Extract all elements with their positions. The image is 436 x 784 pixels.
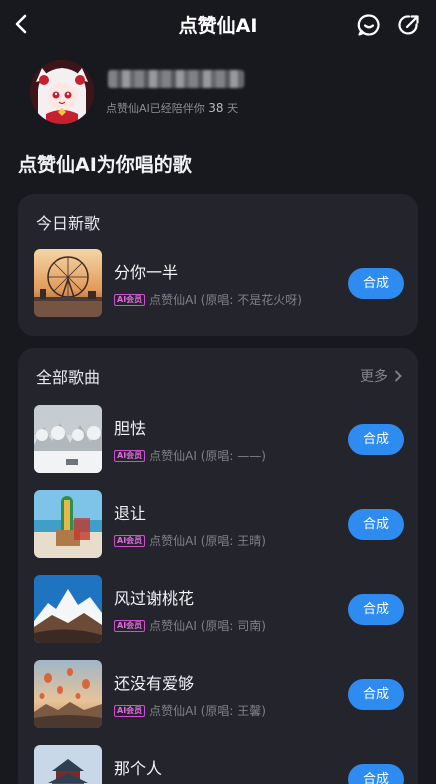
chat-button[interactable]	[356, 12, 382, 38]
song-title: 那个人	[114, 759, 163, 778]
song-meta: AI会员 点赞仙AI (原唱: ——)	[114, 447, 266, 464]
song-cover	[34, 490, 102, 558]
song-title: 退让	[114, 504, 147, 523]
song-meta: AI会员 点赞仙AI (原唱: 不是花火呀)	[114, 291, 302, 308]
song-title: 分你一半	[114, 263, 179, 282]
chevron-left-icon	[15, 14, 27, 34]
synthesize-button[interactable]: 合成	[348, 679, 404, 710]
synthesize-button[interactable]: 合成	[348, 268, 404, 299]
top-bar: 点赞仙AI	[0, 0, 436, 50]
song-cover	[34, 575, 102, 643]
ai-vip-badge: AI会员	[114, 619, 146, 632]
more-label: 更多	[360, 369, 388, 385]
username-blurred	[108, 70, 244, 88]
song-cover	[34, 660, 102, 728]
all-songs-card: 全部歌曲 更多 胆怯 AI会员 点赞仙AI (原唱: ——) 合成 退让 AI会…	[18, 348, 418, 784]
song-meta: AI会员 点赞仙AI (原唱: 司南)	[114, 617, 266, 634]
share-button[interactable]	[396, 12, 422, 38]
today-new-song-card: 今日新歌 分你一半 AI会员 点赞仙AI (原唱: 不是花火呀) 合成	[18, 194, 418, 336]
companion-days-text: 点赞仙AI已经陪伴你 38 天	[106, 100, 238, 116]
more-link[interactable]: 更多	[360, 366, 402, 386]
ai-vip-badge: AI会员	[114, 293, 146, 306]
song-artist: 点赞仙AI (原唱: ——)	[149, 449, 266, 463]
all-songs-label: 全部歌曲	[36, 368, 101, 387]
song-title: 胆怯	[114, 419, 147, 438]
song-row[interactable]: 胆怯 AI会员 点赞仙AI (原唱: ——) 合成	[34, 405, 404, 473]
song-row[interactable]: 分你一半 AI会员 点赞仙AI (原唱: 不是花火呀) 合成	[34, 249, 404, 317]
synthesize-button[interactable]: 合成	[348, 509, 404, 540]
song-artist: 点赞仙AI (原唱: 司南)	[149, 619, 266, 633]
companion-days-count: 38	[208, 101, 224, 115]
synthesize-button[interactable]: 合成	[348, 424, 404, 455]
song-title: 还没有爱够	[114, 674, 195, 693]
chevron-right-icon	[395, 370, 402, 382]
ai-vip-badge: AI会员	[114, 534, 146, 547]
today-label: 今日新歌	[36, 214, 101, 233]
avatar-image	[30, 60, 94, 124]
song-cover	[34, 249, 102, 317]
song-meta: AI会员 点赞仙AI (原唱: 王晴)	[114, 532, 266, 549]
chat-bubble-icon	[357, 14, 380, 36]
song-row[interactable]: 风过谢桃花 AI会员 点赞仙AI (原唱: 司南) 合成	[34, 575, 404, 643]
song-artist: 点赞仙AI (原唱: 王晴)	[149, 534, 266, 548]
synthesize-button[interactable]: 合成	[348, 764, 404, 784]
song-title: 风过谢桃花	[114, 589, 195, 608]
back-button[interactable]	[8, 10, 36, 38]
section-title: 点赞仙AI为你唱的歌	[18, 154, 192, 176]
synthesize-button[interactable]: 合成	[348, 594, 404, 625]
share-icon	[398, 15, 419, 35]
song-row[interactable]: 那个人 合成	[34, 745, 404, 784]
song-artist: 点赞仙AI (原唱: 王馨)	[149, 704, 266, 718]
avatar[interactable]	[30, 60, 94, 124]
song-artist: 点赞仙AI (原唱: 不是花火呀)	[149, 293, 302, 307]
song-row[interactable]: 还没有爱够 AI会员 点赞仙AI (原唱: 王馨) 合成	[34, 660, 404, 728]
song-cover	[34, 405, 102, 473]
profile-header: 点赞仙AI已经陪伴你 38 天	[30, 60, 410, 124]
companion-suffix: 天	[227, 102, 239, 115]
song-row[interactable]: 退让 AI会员 点赞仙AI (原唱: 王晴) 合成	[34, 490, 404, 558]
companion-prefix: 点赞仙AI已经陪伴你	[106, 102, 205, 115]
ai-vip-badge: AI会员	[114, 449, 146, 462]
ai-vip-badge: AI会员	[114, 704, 146, 717]
song-cover	[34, 745, 102, 784]
song-meta: AI会员 点赞仙AI (原唱: 王馨)	[114, 702, 266, 719]
